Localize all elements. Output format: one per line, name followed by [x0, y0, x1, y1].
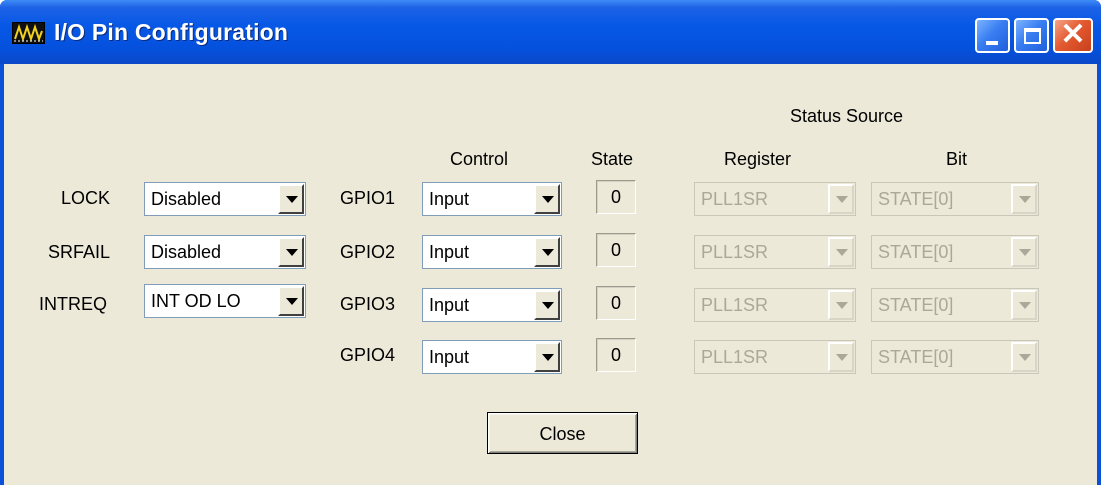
gpio4-control-select[interactable]: Input: [422, 340, 562, 374]
gpio1-control-select[interactable]: Input: [422, 182, 562, 216]
status-source-header: Status Source: [790, 106, 904, 126]
gpio3-register-select: PLL1SR: [694, 288, 856, 322]
gpio3-label: GPIO3: [340, 294, 396, 314]
gpio2-state-field: 0: [596, 233, 636, 267]
close-icon: ✕: [1060, 18, 1086, 51]
chevron-down-icon: [828, 237, 854, 267]
gpio1-state-field: 0: [596, 180, 636, 214]
gpio4-bit-value: STATE[0]: [878, 347, 954, 367]
chevron-down-icon[interactable]: [534, 184, 560, 214]
gpio1-bit-select: STATE[0]: [871, 182, 1039, 216]
intreq-select-value: INT OD LO: [151, 291, 241, 311]
gpio1-label: GPIO1: [340, 188, 396, 208]
lock-label: LOCK: [61, 188, 111, 208]
close-button-label: Close: [539, 424, 586, 444]
srfail-label: SRFAIL: [48, 242, 111, 262]
gpio4-state-value: 0: [610, 345, 621, 365]
gpio1-state-value: 0: [610, 187, 621, 207]
gpio2-control-select[interactable]: Input: [422, 235, 562, 269]
dialog-client-area: Status Source Control State Register Bit…: [4, 64, 1097, 485]
chevron-down-icon: [828, 342, 854, 372]
register-column-header: Register: [724, 149, 792, 169]
gpio3-bit-value: STATE[0]: [878, 295, 954, 315]
gpio2-bit-value: STATE[0]: [878, 242, 954, 262]
chevron-down-icon: [1011, 237, 1037, 267]
gpio1-bit-value: STATE[0]: [878, 189, 954, 209]
gpio2-state-value: 0: [610, 240, 621, 260]
gpio4-label: GPIO4: [340, 345, 396, 365]
gpio4-bit-select: STATE[0]: [871, 340, 1039, 374]
chevron-down-icon[interactable]: [278, 237, 304, 267]
chevron-down-icon: [828, 290, 854, 320]
srfail-select[interactable]: Disabled: [144, 235, 306, 269]
io-pin-configuration-window: I/O Pin Configuration ✕ Status Source Co…: [0, 0, 1101, 485]
lock-select[interactable]: Disabled: [144, 182, 306, 216]
window-title: I/O Pin Configuration: [54, 19, 289, 45]
chevron-down-icon: [1011, 184, 1037, 214]
gpio1-register-value: PLL1SR: [701, 189, 769, 209]
srfail-select-value: Disabled: [151, 242, 222, 262]
gpio3-bit-select: STATE[0]: [871, 288, 1039, 322]
lock-select-value: Disabled: [151, 189, 222, 209]
gpio4-state-field: 0: [596, 338, 636, 372]
gpio2-register-select: PLL1SR: [694, 235, 856, 269]
gpio3-control-value: Input: [429, 295, 470, 315]
maximize-icon: [1024, 28, 1041, 44]
maximize-button[interactable]: [1014, 18, 1049, 53]
minimize-button[interactable]: [975, 18, 1010, 53]
title-bar[interactable]: I/O Pin Configuration ✕: [0, 0, 1101, 64]
chevron-down-icon: [1011, 290, 1037, 320]
state-column-header: State: [591, 149, 634, 169]
gpio2-register-value: PLL1SR: [701, 242, 769, 262]
gpio1-register-select: PLL1SR: [694, 182, 856, 216]
control-column-header: Control: [450, 149, 509, 169]
waveform-app-icon: [12, 22, 45, 44]
gpio2-label: GPIO2: [340, 242, 396, 262]
minimize-icon: [986, 41, 998, 45]
gpio3-register-value: PLL1SR: [701, 295, 769, 315]
gpio3-state-field: 0: [596, 286, 636, 320]
chevron-down-icon[interactable]: [278, 184, 304, 214]
gpio1-control-value: Input: [429, 189, 470, 209]
chevron-down-icon[interactable]: [534, 342, 560, 372]
chevron-down-icon[interactable]: [534, 237, 560, 267]
chevron-down-icon: [828, 184, 854, 214]
intreq-select[interactable]: INT OD LO: [144, 284, 306, 318]
chevron-down-icon: [1011, 342, 1037, 372]
bit-column-header: Bit: [946, 149, 968, 169]
gpio3-state-value: 0: [610, 293, 621, 313]
close-button[interactable]: Close: [487, 412, 638, 454]
gpio4-register-select: PLL1SR: [694, 340, 856, 374]
chevron-down-icon[interactable]: [534, 290, 560, 320]
gpio3-control-select[interactable]: Input: [422, 288, 562, 322]
gpio4-control-value: Input: [429, 347, 470, 367]
chevron-down-icon[interactable]: [278, 286, 304, 316]
close-window-button[interactable]: ✕: [1053, 18, 1093, 53]
gpio2-bit-select: STATE[0]: [871, 235, 1039, 269]
intreq-label: INTREQ: [39, 294, 108, 314]
gpio2-control-value: Input: [429, 242, 470, 262]
gpio4-register-value: PLL1SR: [701, 347, 769, 367]
